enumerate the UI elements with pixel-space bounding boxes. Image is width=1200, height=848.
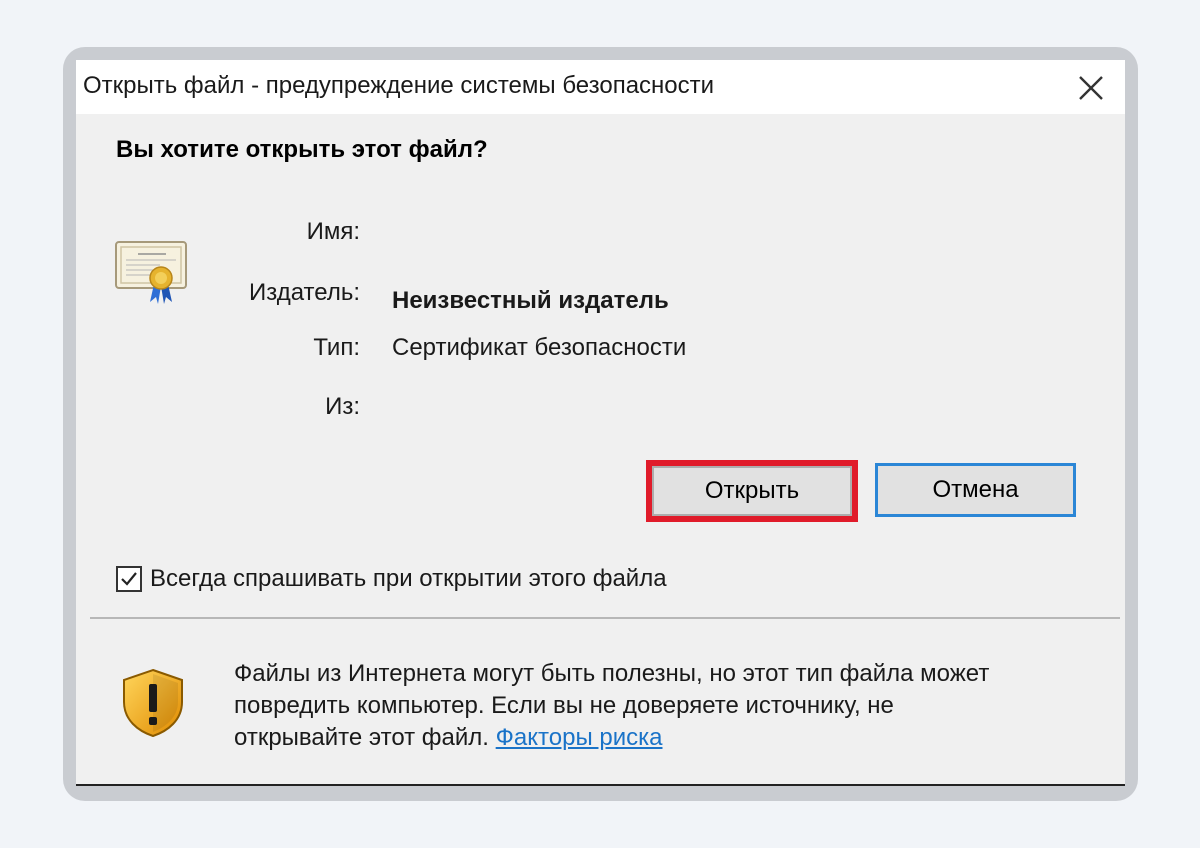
type-value: Сертификат безопасности [392,334,687,361]
warning-line-3: открывайте этот файл. Факторы риска [234,722,1114,754]
warning-line-1: Файлы из Интернета могут быть полезны, н… [234,660,990,687]
bottom-edge [76,784,1125,786]
warning-line-2: повредить компьютер. Если вы не доверяет… [234,692,894,719]
warning-text: Файлы из Интернета могут быть полезны, н… [234,658,1114,754]
always-ask-label: Всегда спрашивать при открытии этого фай… [150,565,667,592]
type-label: Тип: [313,334,360,361]
always-ask-checkbox-row[interactable]: Всегда спрашивать при открытии этого фай… [116,564,667,594]
close-icon [1079,76,1103,100]
publisher-value: Неизвестный издатель [392,287,669,314]
title-bar: Открыть файл - предупреждение системы бе… [76,60,1125,114]
risk-factors-link[interactable]: Факторы риска [496,724,663,751]
security-warning-dialog: Открыть файл - предупреждение системы бе… [76,60,1125,786]
always-ask-checkbox[interactable] [116,566,142,592]
window-title: Открыть файл - предупреждение системы бе… [83,72,715,99]
checkmark-icon [121,572,137,586]
name-label: Имя: [306,218,360,245]
from-label: Из: [325,393,360,420]
divider [90,617,1120,619]
close-button[interactable] [1071,68,1111,108]
warning-line-3-text: открывайте этот файл. [234,724,489,751]
open-button[interactable]: Открыть [646,460,858,522]
certificate-icon [115,241,187,304]
cancel-button[interactable]: Отмена [875,463,1076,517]
dialog-question: Вы хотите открыть этот файл? [116,136,488,163]
shield-warning-icon [123,668,183,738]
publisher-label: Издатель: [249,279,360,306]
